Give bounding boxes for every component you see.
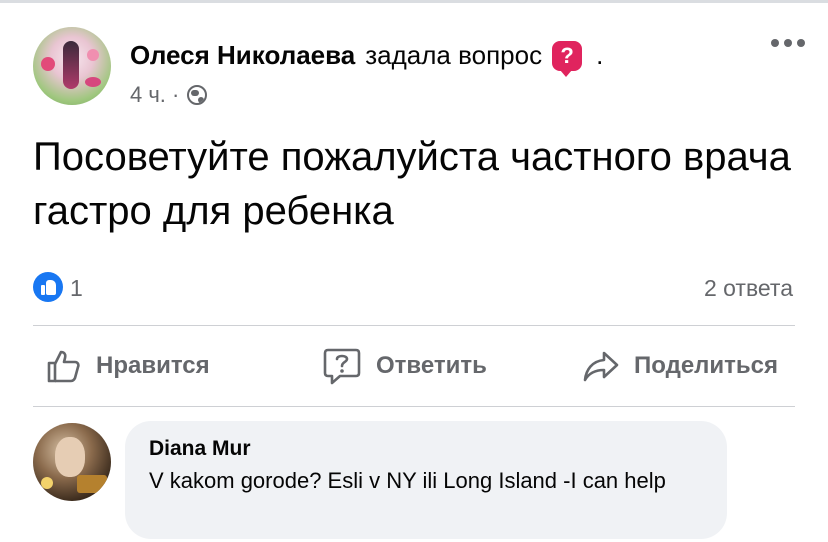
post-meta: 4 ч. · — [130, 82, 208, 108]
like-reaction-icon[interactable] — [33, 272, 63, 302]
author-name[interactable]: Олеся Николаева — [130, 40, 355, 71]
question-text: Посоветуйте пожалуйста частного врача га… — [33, 135, 791, 233]
reaction-count[interactable]: 1 — [70, 275, 83, 302]
comment-text: V kakom gorode? Esli v NY ili Long Islan… — [149, 468, 666, 493]
globe-icon[interactable] — [187, 85, 208, 105]
share-label: Поделиться — [634, 352, 779, 379]
question-bubble-icon — [323, 348, 361, 385]
comment-bubble: Diana Mur V kakom gorode? Esli v NY ili … — [125, 421, 727, 539]
trailing-dot: . — [596, 40, 604, 70]
answers-count[interactable]: 2 ответа — [704, 275, 793, 302]
divider — [33, 325, 795, 326]
reply-button[interactable]: Ответить — [322, 346, 487, 386]
like-label: Нравится — [96, 352, 210, 379]
top-divider — [0, 0, 828, 3]
question-icon: ? — [552, 40, 583, 77]
commenter-name[interactable]: Diana Mur — [149, 435, 703, 463]
reply-label: Ответить — [376, 352, 487, 379]
post-header: Олеся Николаева задала вопрос ? . — [130, 40, 604, 77]
commenter-avatar[interactable] — [33, 423, 111, 501]
more-options-icon[interactable] — [771, 39, 805, 51]
post-action-text: задала вопрос — [365, 40, 543, 70]
thumbs-up-icon — [47, 350, 80, 383]
share-button[interactable]: Поделиться — [582, 346, 778, 386]
divider — [33, 406, 795, 407]
post-time[interactable]: 4 ч. · — [130, 82, 179, 108]
author-avatar[interactable] — [33, 27, 111, 105]
share-arrow-icon — [583, 351, 619, 382]
like-button[interactable]: Нравится — [46, 346, 210, 386]
